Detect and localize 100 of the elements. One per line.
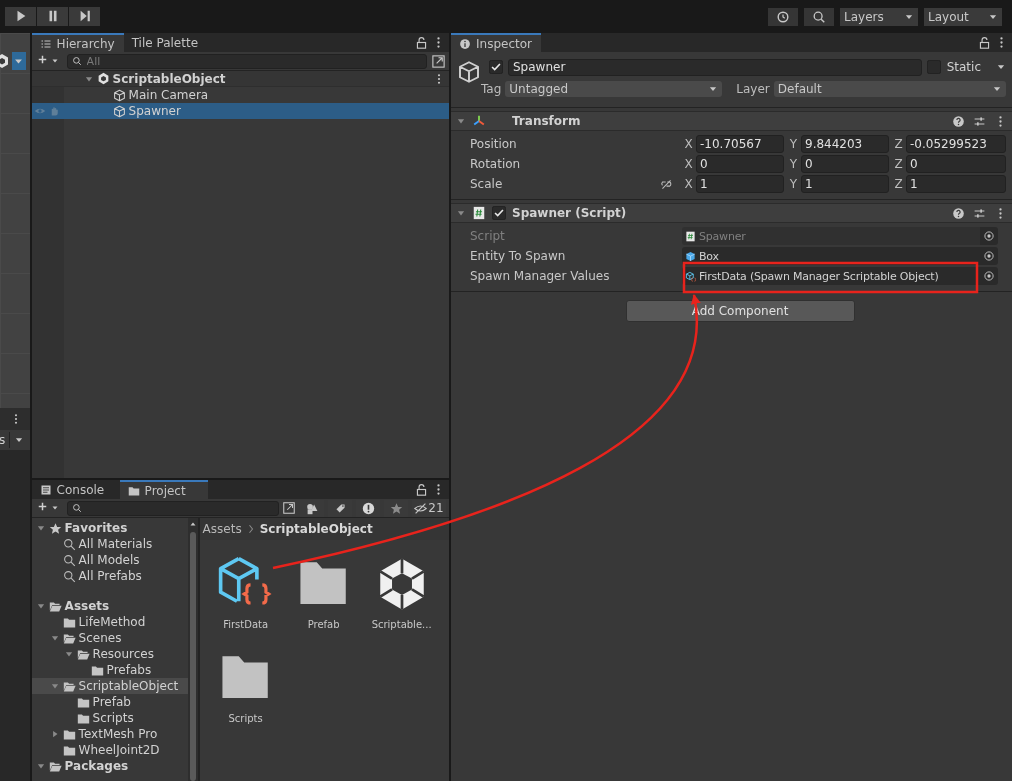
enabled-checkbox[interactable] xyxy=(492,206,506,220)
clock-icon[interactable] xyxy=(776,9,790,24)
tree-item[interactable]: Packages xyxy=(31,758,188,774)
step-button[interactable] xyxy=(69,6,100,26)
tree-item[interactable]: ScriptableObject xyxy=(31,678,188,694)
asset-name[interactable]: Scripts xyxy=(228,713,263,724)
tag-dropdown[interactable]: Untagged xyxy=(505,81,723,97)
tree-item[interactable]: WheelJoint2D xyxy=(31,742,188,758)
search-field[interactable] xyxy=(66,500,279,516)
crossed-eye-icon[interactable] xyxy=(414,501,428,515)
object-picker-icon[interactable] xyxy=(980,267,998,285)
number-field[interactable]: 9.844203 xyxy=(801,135,889,153)
tree-item[interactable]: Scenes xyxy=(31,630,188,646)
active-checkbox[interactable] xyxy=(489,60,503,74)
lock-icon[interactable] xyxy=(978,36,991,49)
caret-icon[interactable] xyxy=(50,57,59,65)
tree-item[interactable]: Prefabs xyxy=(31,662,188,678)
folder-icon xyxy=(48,599,62,613)
scriptable-object-icon xyxy=(685,270,696,282)
scroll-up-icon[interactable] xyxy=(188,520,197,528)
hierarchy-item[interactable]: Main Camera xyxy=(31,87,449,103)
scene-header[interactable]: ScriptableObject xyxy=(31,71,449,87)
tree-item[interactable]: LifeMethod xyxy=(31,614,188,630)
panel-tab[interactable]: Project xyxy=(119,480,208,499)
search-icon[interactable] xyxy=(812,9,826,24)
expand-arrow-icon[interactable] xyxy=(49,681,60,691)
scene-icon xyxy=(96,72,110,85)
folder-icon xyxy=(76,647,90,661)
popout-icon[interactable] xyxy=(282,501,296,515)
search-button[interactable] xyxy=(804,7,834,26)
tree-item[interactable]: Prefab xyxy=(31,694,188,710)
star-icon[interactable] xyxy=(389,501,403,515)
tree-item[interactable]: All Models xyxy=(31,552,188,568)
caret-icon[interactable] xyxy=(50,504,59,512)
scroll-thumb[interactable] xyxy=(189,532,196,781)
expand-arrow-icon[interactable] xyxy=(63,649,74,659)
exclamation-icon[interactable] xyxy=(361,501,375,515)
lock-icon[interactable] xyxy=(415,36,428,49)
expand-arrow-icon[interactable] xyxy=(35,761,46,771)
help-icon[interactable] xyxy=(952,114,965,128)
pause-button[interactable] xyxy=(37,6,68,26)
object-field[interactable]: FirstData (Spawn Manager Scriptable Object) xyxy=(682,267,980,285)
panel-tab[interactable]: Inspector xyxy=(451,33,541,52)
cube-icon[interactable] xyxy=(457,60,481,84)
list-icon[interactable] xyxy=(39,37,52,50)
folder-icon[interactable] xyxy=(127,484,140,497)
tree-item[interactable]: Assets xyxy=(31,598,188,614)
history-button[interactable] xyxy=(768,7,798,26)
tree-item[interactable]: Scripts xyxy=(31,710,188,726)
scrollbar[interactable] xyxy=(187,518,198,781)
toolbar-dropdown[interactable]: Layers xyxy=(840,7,918,26)
cube-icon xyxy=(112,104,126,118)
object-picker-icon[interactable] xyxy=(980,247,998,265)
expand-arrow-icon[interactable] xyxy=(49,633,60,643)
object-picker-icon[interactable] xyxy=(980,227,998,245)
number-field[interactable]: 1 xyxy=(696,175,784,193)
panel-tab[interactable]: Hierarchy xyxy=(31,33,124,52)
expand-arrow-icon[interactable] xyxy=(35,523,46,533)
component-header[interactable]: Spawner (Script) xyxy=(451,203,1012,223)
number-field[interactable]: 0 xyxy=(906,155,1006,173)
shapes-icon[interactable] xyxy=(305,501,319,515)
number-field[interactable]: -0.05299523 xyxy=(906,135,1006,153)
presets-icon[interactable] xyxy=(973,206,986,220)
expand-arrow-icon[interactable] xyxy=(456,116,466,126)
tree-item[interactable]: Resources xyxy=(31,646,188,662)
panel-tab[interactable]: Tile Palette xyxy=(123,33,212,52)
panel-tab[interactable]: Console xyxy=(31,480,120,499)
help-icon[interactable] xyxy=(952,206,965,220)
tree-item[interactable]: TextMesh Pro xyxy=(31,726,188,742)
presets-icon[interactable] xyxy=(973,114,986,128)
folder-icon xyxy=(62,743,76,757)
asset-name[interactable]: Prefab xyxy=(307,619,340,630)
breadcrumb-link[interactable]: Assets xyxy=(202,522,242,536)
play-button[interactable] xyxy=(5,6,36,26)
name-field[interactable]: Spawner xyxy=(508,58,922,76)
tree-item[interactable]: All Materials xyxy=(31,536,188,552)
tree-item[interactable]: Favorites xyxy=(31,520,188,536)
number-field[interactable]: 0 xyxy=(801,155,889,173)
search-field[interactable]: All xyxy=(66,53,427,69)
number-field[interactable]: -10.70567 xyxy=(696,135,784,153)
lock-icon[interactable] xyxy=(415,483,428,496)
expand-arrow-icon[interactable] xyxy=(456,208,466,218)
chevron-icon xyxy=(247,524,254,534)
script-icon xyxy=(472,206,486,220)
unlinked-scale-icon[interactable] xyxy=(660,177,673,191)
cube-icon xyxy=(685,250,696,262)
layer-dropdown[interactable]: Default xyxy=(773,81,1006,97)
breadcrumb-link[interactable]: ScriptableObject xyxy=(259,522,373,536)
asset-name[interactable]: Scriptable... xyxy=(371,619,432,630)
number-field[interactable]: 1 xyxy=(801,175,889,193)
expand-arrow-icon[interactable] xyxy=(35,601,46,611)
tree-item[interactable]: All Prefabs xyxy=(31,568,188,584)
number-field[interactable]: 0 xyxy=(696,155,784,173)
popout-icon[interactable] xyxy=(431,53,446,69)
info-icon[interactable] xyxy=(459,37,471,50)
number-field[interactable]: 1 xyxy=(906,175,1006,193)
toolbar-dropdown[interactable]: Layout xyxy=(924,7,1002,26)
asset-name[interactable]: FirstData xyxy=(223,619,269,630)
component-header[interactable]: Transform xyxy=(451,111,1012,131)
console-icon[interactable] xyxy=(39,483,52,496)
